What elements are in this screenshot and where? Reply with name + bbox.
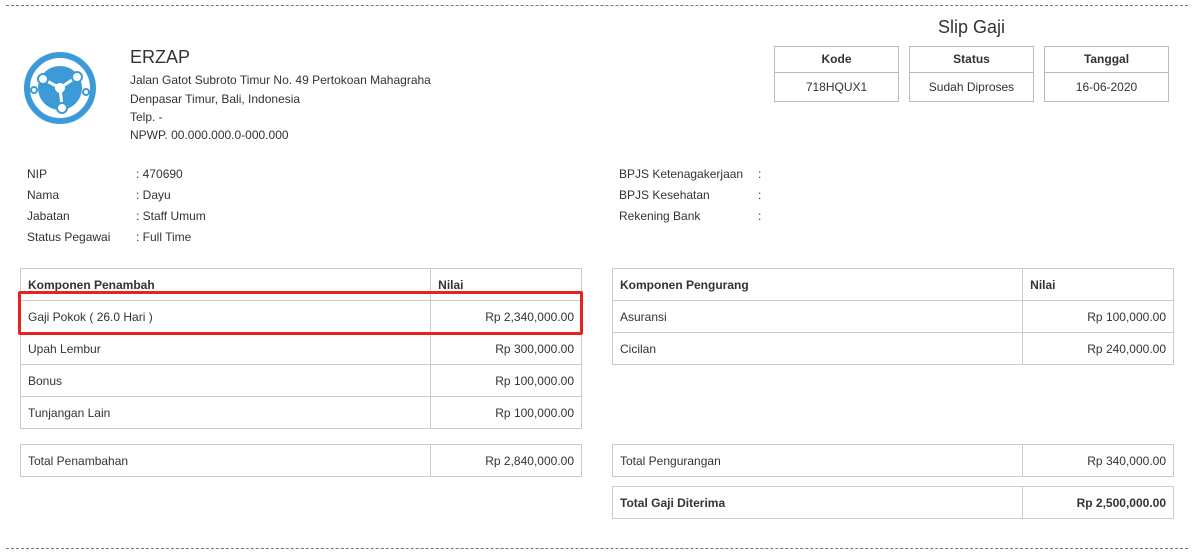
addition-label: Gaji Pokok ( 26.0 Hari ) [19,300,432,333]
addition-value: Rp 2,340,000.00 [430,300,582,333]
deduction-label: Cicilan [611,332,1024,365]
meta-kode-value: 718HQUX1 [805,80,868,94]
company-address-line1: Jalan Gatot Subroto Timur No. 49 Pertoko… [130,73,431,87]
addition-label: Bonus [19,364,432,397]
addition-label: Upah Lembur [19,332,432,365]
jabatan-value: : Staff Umum [136,209,206,223]
meta-status-value: Sudah Diproses [928,80,1015,94]
additions-total-row: Total Penambahan Rp 2,840,000.00 [19,444,582,477]
additions-total-value: Rp 2,840,000.00 [430,444,582,477]
additions-header-row: Komponen Penambah Nilai [19,268,582,301]
addition-value: Rp 100,000.00 [430,364,582,397]
additions-total-table: Total Penambahan Rp 2,840,000.00 [19,444,582,477]
deductions-table: Komponen Pengurang Nilai Asuransi Rp 100… [611,268,1174,365]
deductions-total-row: Total Pengurangan Rp 340,000.00 [611,444,1174,477]
top-dashed-border [6,5,1188,6]
additions-total-label: Total Penambahan [19,444,432,477]
rekening-bank-label: Rekening Bank [619,209,701,223]
deduction-label: Asuransi [611,300,1024,333]
nip-value: : 470690 [136,167,183,181]
table-row: Bonus Rp 100,000.00 [19,364,582,397]
addition-value: Rp 300,000.00 [430,332,582,365]
deductions-total-table: Total Pengurangan Rp 340,000.00 [611,444,1174,477]
deductions-header-value: Nilai [1022,268,1174,301]
bpjs-kesehatan-label: BPJS Kesehatan [619,188,710,202]
company-phone: Telp. - [130,110,163,124]
nama-label: Nama [27,188,60,202]
meta-kode-header: Kode [775,47,898,73]
net-salary-row: Total Gaji Diterima Rp 2,500,000.00 [611,486,1174,519]
slip-title: Slip Gaji [938,17,1006,37]
net-salary-label: Total Gaji Diterima [611,486,1024,519]
addition-label: Tunjangan Lain [19,396,432,429]
addition-value: Rp 100,000.00 [430,396,582,429]
table-row: Asuransi Rp 100,000.00 [611,300,1174,333]
deduction-value: Rp 100,000.00 [1022,300,1174,333]
company-name: ERZAP [130,47,191,67]
bottom-dashed-border [6,548,1188,549]
additions-header-label: Komponen Penambah [19,268,432,301]
status-pegawai-label: Status Pegawai [27,230,111,244]
meta-status-box: Status Sudah Diproses [909,46,1034,102]
meta-tanggal-box: Tanggal 16-06-2020 [1044,46,1169,102]
nama-value: : Dayu [136,188,171,202]
deductions-header-label: Komponen Pengurang [611,268,1024,301]
deductions-total-label: Total Pengurangan [611,444,1024,477]
meta-status-header: Status [910,47,1033,73]
nip-label: NIP [27,167,48,181]
bpjs-kesehatan-value: : [758,188,762,202]
rekening-bank-value: : [758,209,762,223]
table-row: Gaji Pokok ( 26.0 Hari ) Rp 2,340,000.00 [19,300,582,333]
net-salary-value: Rp 2,500,000.00 [1022,486,1174,519]
deduction-value: Rp 240,000.00 [1022,332,1174,365]
meta-tanggal-header: Tanggal [1045,47,1168,73]
deductions-total-value: Rp 340,000.00 [1022,444,1174,477]
net-salary-table: Total Gaji Diterima Rp 2,500,000.00 [611,486,1174,519]
additions-header-value: Nilai [430,268,582,301]
erzap-logo-icon [24,52,96,124]
jabatan-label: Jabatan [27,209,70,223]
status-pegawai-value: : Full Time [136,230,192,244]
table-row: Upah Lembur Rp 300,000.00 [19,332,582,365]
deductions-header-row: Komponen Pengurang Nilai [611,268,1174,301]
company-address-line2: Denpasar Timur, Bali, Indonesia [130,92,301,106]
table-row: Tunjangan Lain Rp 100,000.00 [19,396,582,429]
additions-table: Komponen Penambah Nilai Gaji Pokok ( 26.… [19,268,582,429]
meta-tanggal-value: 16-06-2020 [1075,80,1138,94]
bpjs-ketenagakerjaan-label: BPJS Ketenagakerjaan [619,167,744,181]
bpjs-ketenagakerjaan-value: : [758,167,762,181]
company-npwp: NPWP. 00.000.000.0-000.000 [130,128,289,142]
meta-kode-box: Kode 718HQUX1 [774,46,899,102]
table-row: Cicilan Rp 240,000.00 [611,332,1174,365]
